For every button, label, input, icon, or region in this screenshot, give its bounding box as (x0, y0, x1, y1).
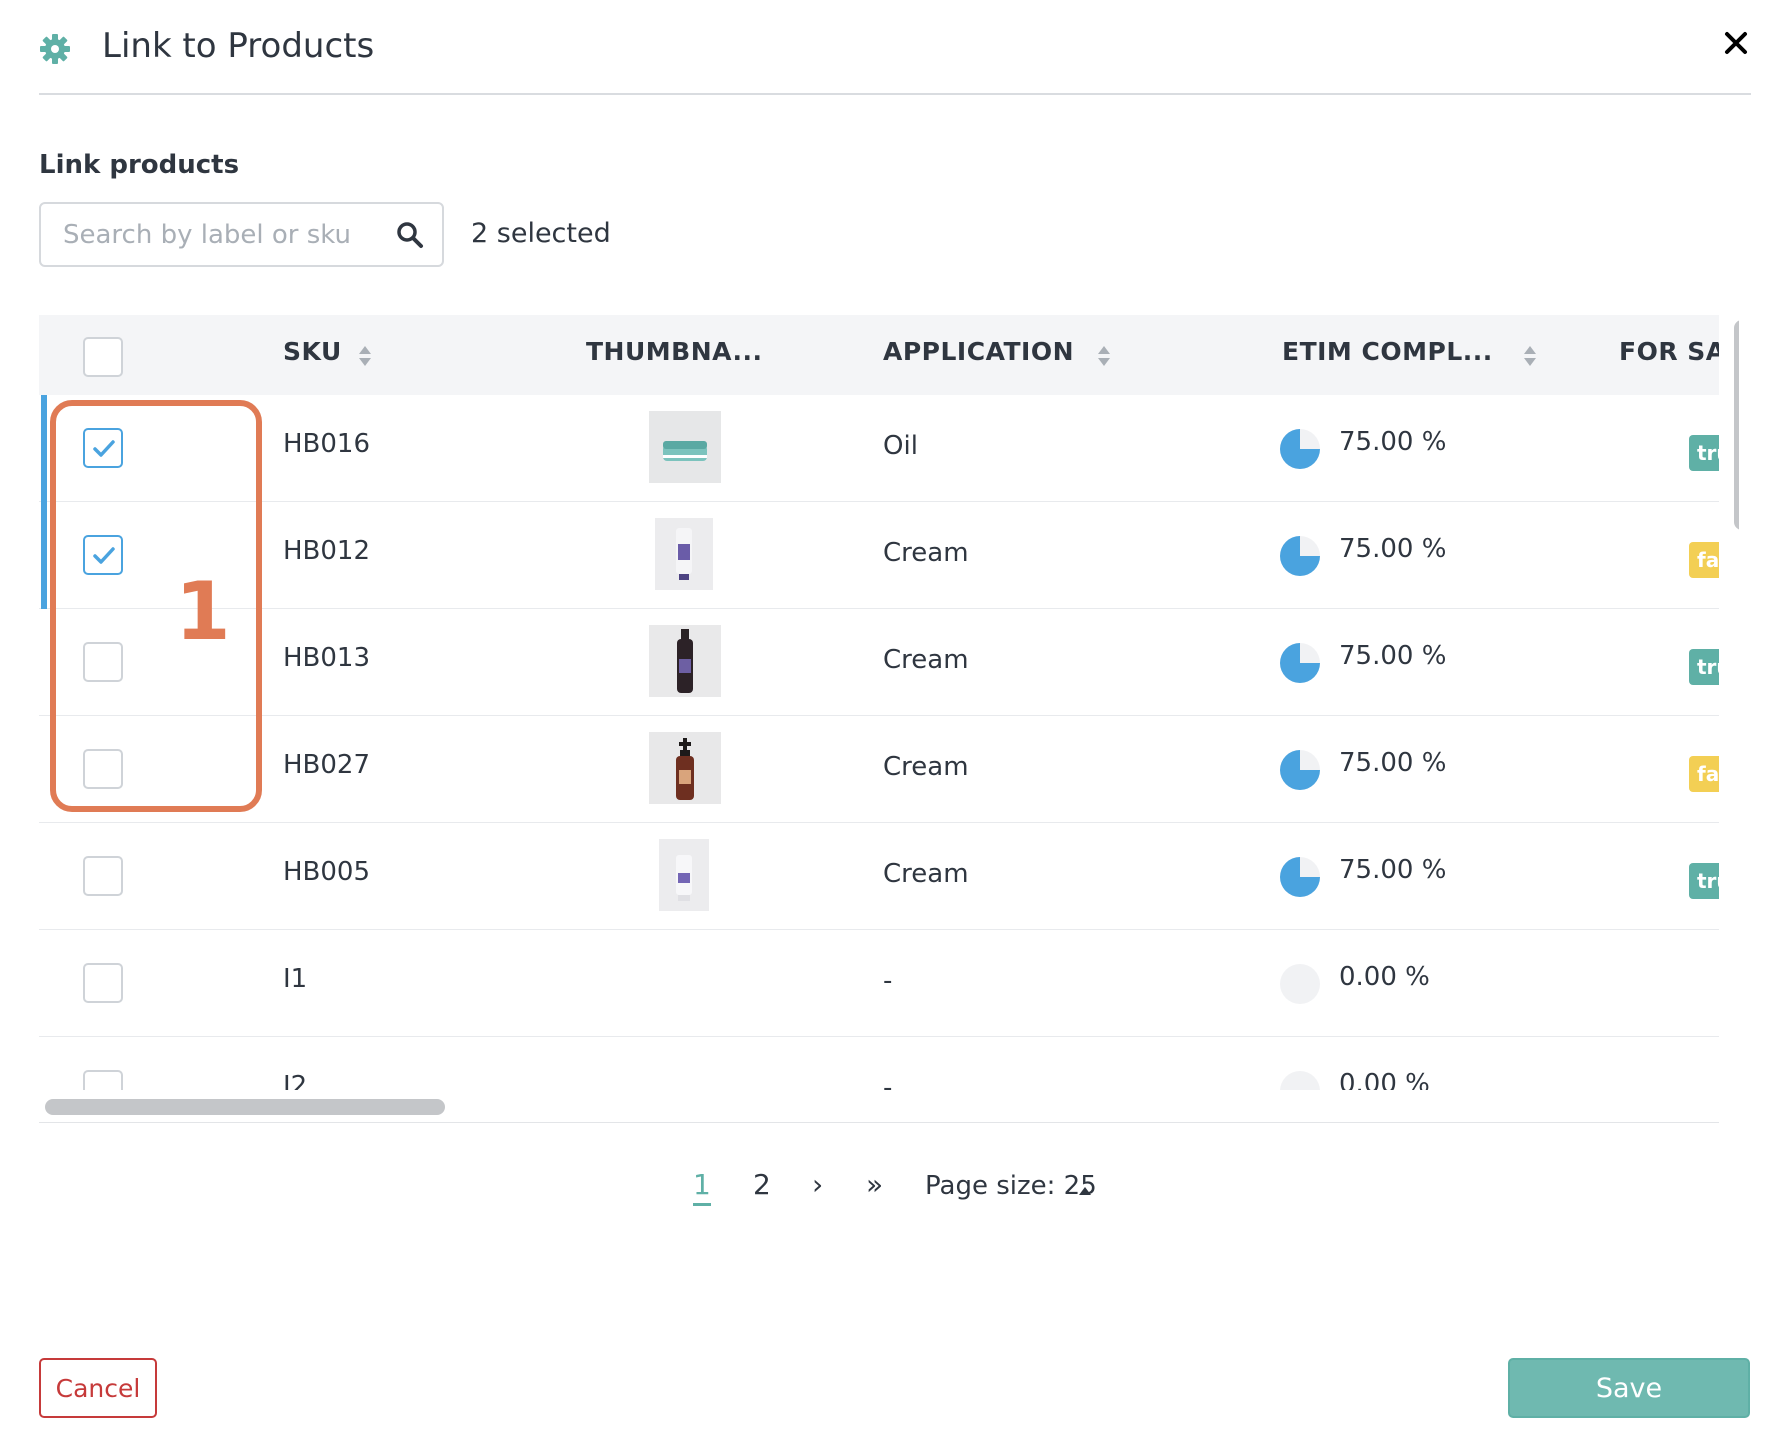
horizontal-scrollbar-track (39, 1095, 1719, 1123)
application-cell: - (883, 966, 893, 996)
completeness-value: 75.00 % (1339, 427, 1447, 457)
table-row[interactable]: HB027 Cream 75.00 % false (39, 716, 1719, 823)
search-box (39, 202, 444, 267)
for-sale-badge: false (1689, 542, 1719, 578)
horizontal-scrollbar[interactable] (45, 1099, 445, 1115)
sku-cell: HB016 (283, 429, 371, 459)
completeness-pie (1280, 857, 1320, 897)
row-checkbox[interactable] (83, 856, 123, 896)
completeness-pie (1280, 1071, 1320, 1090)
application-cell: Oil (883, 431, 918, 461)
products-table: SKU THUMBNA... APPLICATION ETIM COMPL...… (39, 315, 1739, 1095)
select-all-checkbox[interactable] (83, 337, 123, 377)
application-cell: Cream (883, 859, 969, 889)
sort-icon[interactable] (1522, 344, 1538, 368)
column-header-etim-completeness[interactable]: ETIM COMPL... (1282, 337, 1493, 366)
table-row[interactable]: HB012 Cream 75.00 % false (39, 502, 1719, 609)
completeness-value: 75.00 % (1339, 748, 1447, 778)
close-icon[interactable] (1721, 28, 1751, 58)
table-row[interactable]: HB013 Cream 75.00 % true (39, 609, 1719, 716)
table-row[interactable]: HB005 Cream 75.00 % true (39, 823, 1719, 930)
table-row[interactable]: I2 - 0.00 % (39, 1037, 1719, 1090)
completeness-value: 0.00 % (1339, 1069, 1430, 1090)
sort-icon[interactable] (357, 344, 373, 368)
completeness-value: 75.00 % (1339, 855, 1447, 885)
row-checkbox[interactable] (83, 963, 123, 1003)
search-input[interactable] (63, 212, 393, 257)
product-thumbnail (655, 518, 713, 590)
page-1-link[interactable]: 1 (693, 1168, 711, 1206)
product-thumbnail (649, 732, 721, 804)
for-sale-badge: true (1689, 435, 1719, 471)
sku-cell: HB005 (283, 857, 371, 887)
dialog-title: Link to Products (102, 26, 375, 66)
dialog-header: Link to Products (39, 0, 1751, 95)
product-thumbnail (659, 839, 709, 911)
sku-cell: HB012 (283, 536, 371, 566)
table-row[interactable]: I1 - 0.00 % (39, 930, 1719, 1037)
gear-icon (40, 34, 70, 64)
column-header-application[interactable]: APPLICATION (883, 337, 1074, 366)
row-checkbox[interactable] (83, 1070, 123, 1090)
for-sale-badge: true (1689, 649, 1719, 685)
page-size-selector[interactable]: Page size: 25 (925, 1171, 1097, 1201)
column-header-for-sale: FOR SAL (1619, 337, 1719, 366)
for-sale-badge: false (1689, 756, 1719, 792)
vertical-scrollbar[interactable] (1734, 320, 1739, 530)
completeness-pie (1280, 536, 1320, 576)
column-header-thumbnail: THUMBNA... (586, 337, 763, 366)
sku-cell: HB013 (283, 643, 371, 673)
table-row[interactable]: HB016 Oil 75.00 % true (39, 395, 1719, 502)
product-thumbnail (649, 411, 721, 483)
sku-cell: I1 (283, 964, 308, 994)
completeness-value: 0.00 % (1339, 962, 1430, 992)
completeness-value: 75.00 % (1339, 641, 1447, 671)
selected-count: 2 selected (471, 218, 611, 249)
table-viewport: SKU THUMBNA... APPLICATION ETIM COMPL...… (39, 315, 1719, 1090)
page-2-link[interactable]: 2 (753, 1168, 771, 1201)
column-header-sku[interactable]: SKU (283, 337, 342, 366)
sku-cell: I2 (283, 1071, 308, 1090)
completeness-pie (1280, 429, 1320, 469)
search-icon[interactable] (396, 221, 424, 249)
completeness-pie (1280, 750, 1320, 790)
save-button[interactable]: Save (1508, 1358, 1750, 1418)
table-header: SKU THUMBNA... APPLICATION ETIM COMPL...… (39, 315, 1719, 395)
application-cell: - (883, 1073, 893, 1090)
completeness-value: 75.00 % (1339, 534, 1447, 564)
section-title: Link products (39, 150, 240, 180)
sort-icon[interactable] (1096, 344, 1112, 368)
caret-up-icon[interactable] (1078, 1186, 1092, 1196)
application-cell: Cream (883, 752, 969, 782)
product-thumbnail (649, 625, 721, 697)
completeness-pie (1280, 964, 1320, 1004)
cancel-button[interactable]: Cancel (39, 1358, 157, 1418)
application-cell: Cream (883, 538, 969, 568)
last-page-button[interactable]: » (866, 1168, 883, 1201)
for-sale-badge: true (1689, 863, 1719, 899)
annotation-number: 1 (175, 565, 231, 658)
sku-cell: HB027 (283, 750, 371, 780)
application-cell: Cream (883, 645, 969, 675)
next-page-button[interactable]: › (812, 1168, 823, 1201)
completeness-pie (1280, 643, 1320, 683)
